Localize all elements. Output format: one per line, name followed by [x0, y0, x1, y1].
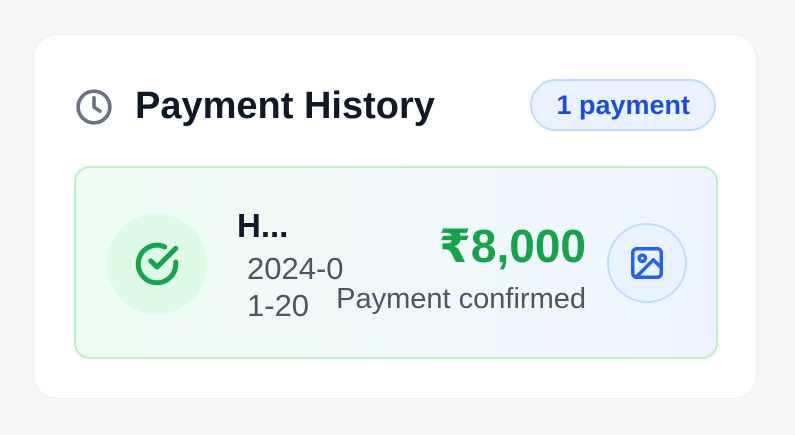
page-title: Payment History	[135, 85, 435, 127]
payee-name: H...	[237, 207, 289, 244]
check-circle-icon	[135, 242, 179, 286]
payment-amount: ₹8,000	[438, 220, 586, 272]
image-icon	[631, 247, 663, 279]
payment-status: Payment confirmed	[336, 283, 586, 315]
payment-item[interactable]: H... 2024-01-20 ₹8,000 Payment confirmed	[74, 166, 718, 359]
clock-icon	[74, 87, 114, 127]
status-indicator	[107, 214, 207, 314]
card-header: Payment History 1 payment	[74, 77, 716, 135]
payment-date: 2024-01-20	[247, 251, 344, 323]
payment-history-card: Payment History 1 payment H... 2024-01-2…	[33, 34, 757, 399]
payment-count-badge: 1 payment	[530, 79, 716, 131]
view-receipt-button[interactable]	[607, 223, 687, 303]
